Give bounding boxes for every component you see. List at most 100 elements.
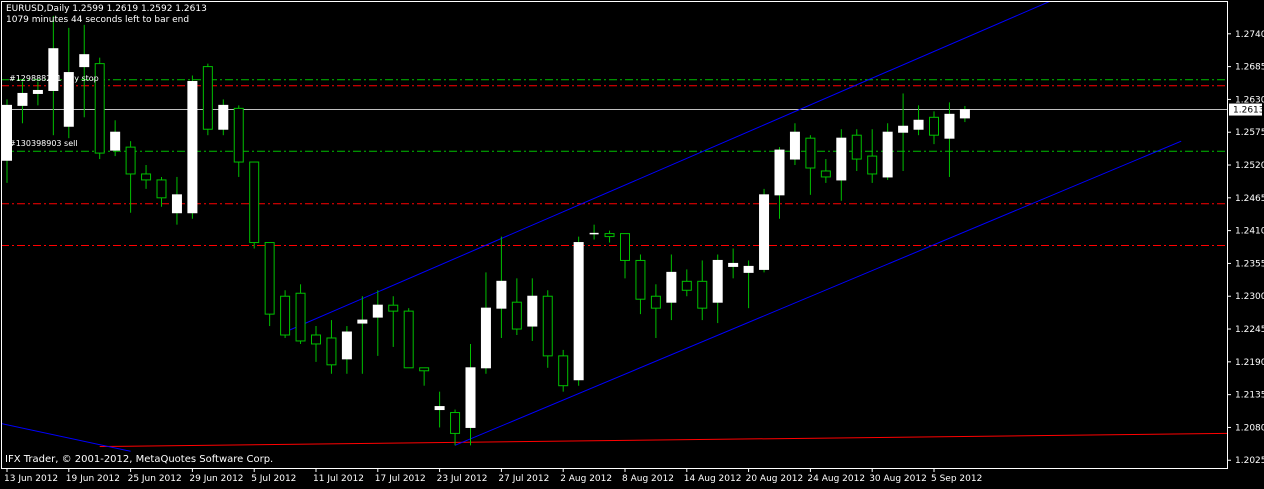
y-tick-label: 1.2740: [1235, 30, 1264, 40]
candle-bear: [403, 310, 414, 369]
y-tick-label: 1.2080: [1235, 423, 1264, 433]
candle-bull: [357, 319, 368, 324]
candle-bear: [249, 161, 260, 244]
bar-timer: 1079 minutes 44 seconds left to bar end: [6, 15, 190, 25]
x-tick-label: 5 Jul 2012: [251, 474, 296, 484]
candle-bull: [434, 406, 445, 411]
candle-bull: [32, 89, 43, 94]
candle-bear: [635, 259, 646, 300]
symbol-info: EURUSD,Daily 1.2599 1.2619 1.2592 1.2613: [6, 4, 207, 14]
x-tick-label: 27 Jul 2012: [498, 474, 549, 484]
y-tick-label: 1.2190: [1235, 358, 1264, 368]
x-tick-label: 5 Sep 2012: [931, 474, 982, 484]
candle-bull: [341, 331, 352, 360]
candle-bear: [295, 292, 306, 342]
candle-bear: [604, 233, 615, 238]
x-tick-label: 14 Aug 2012: [684, 474, 742, 484]
candle-bear: [141, 173, 152, 181]
x-tick-label: 23 Jul 2012: [437, 474, 488, 484]
candle-bear: [697, 280, 708, 309]
price-chart[interactable]: 1.27401.26851.26301.25751.25201.24651.24…: [0, 0, 1264, 485]
candle-bull: [527, 295, 538, 327]
x-tick-label: 19 Jun 2012: [66, 474, 120, 484]
candle-bull: [913, 119, 924, 130]
candle-bear: [511, 301, 522, 330]
y-tick-label: 1.2245: [1235, 325, 1264, 335]
copyright-text: IFX Trader, © 2001-2012, MetaQuotes Soft…: [5, 454, 274, 465]
x-tick-label: 29 Jun 2012: [189, 474, 243, 484]
candle-bear: [851, 134, 862, 160]
candle-bull: [110, 131, 121, 151]
y-tick-label: 1.2465: [1235, 194, 1264, 204]
candle-bear: [202, 66, 213, 130]
y-tick-label: 1.2135: [1235, 391, 1264, 401]
candle-bear: [125, 146, 136, 175]
candle-bull: [480, 307, 491, 369]
candle-bear: [311, 334, 321, 345]
candle-bear: [264, 242, 275, 315]
x-tick-label: 17 Jul 2012: [375, 474, 426, 484]
candle-bull: [17, 92, 28, 106]
order-label-buy-stop: #129888271 buy stop: [9, 73, 99, 83]
y-tick-label: 1.2355: [1235, 259, 1264, 269]
candle-bear: [419, 367, 430, 372]
chart-window[interactable]: 1.2740 1.2685 1.2630 1.2575 1.2520 1.2465 1.24…: [0, 0, 1264, 485]
candle-bull: [712, 259, 723, 303]
candle-bull: [759, 194, 770, 270]
channel-trend-line: [1, 422, 131, 452]
candle-bear: [820, 170, 831, 178]
x-tick-label: 2 Aug 2012: [560, 474, 612, 484]
y-tick-label: 1.2685: [1235, 63, 1264, 73]
candle-bear: [280, 295, 291, 336]
candle-bull: [898, 125, 909, 133]
candle-bull: [882, 131, 893, 178]
candle-bear: [156, 179, 167, 199]
candle-bear: [542, 295, 553, 357]
y-tick-label: 1.2025: [1235, 456, 1264, 466]
candle-bull: [79, 54, 90, 68]
moving-average-line: [99, 432, 1228, 448]
candle-bear: [326, 337, 337, 366]
candle-bull: [728, 262, 739, 267]
candle-bear: [558, 355, 569, 387]
order-label-sell: #130398903 sell: [9, 139, 78, 149]
candle-bull: [789, 131, 800, 160]
candle-bull: [372, 304, 383, 318]
candle-bull: [48, 48, 59, 91]
candle-bull: [666, 271, 677, 303]
candle-bear: [620, 233, 630, 261]
y-tick-label: 1.2520: [1235, 161, 1264, 171]
candle-bear: [233, 107, 244, 163]
candle-bear: [929, 116, 939, 136]
x-tick-label: 13 Jun 2012: [4, 474, 58, 484]
candle-bull: [171, 194, 182, 214]
candle-bull: [2, 104, 12, 161]
candle-bear: [388, 304, 399, 312]
candle-bull: [774, 149, 785, 196]
x-tick-label: 11 Jul 2012: [313, 474, 364, 484]
x-tick-label: 30 Aug 2012: [869, 474, 927, 484]
candle-bear: [681, 280, 692, 291]
candle-bull: [743, 265, 754, 273]
candle-bear: [805, 137, 816, 169]
candle-bull: [496, 280, 507, 309]
candle-bear: [650, 295, 661, 309]
x-tick-label: 20 Aug 2012: [746, 474, 804, 484]
y-tick-label: 1.2575: [1235, 128, 1264, 138]
x-tick-label: 25 Jun 2012: [128, 474, 182, 484]
candle-bear: [867, 155, 878, 175]
candle-bull: [944, 113, 955, 139]
candle-bull: [218, 104, 229, 130]
candle-bear: [450, 412, 461, 434]
candle-bull: [573, 242, 584, 381]
channel-trend-line: [454, 140, 1182, 446]
candle-bull: [187, 81, 198, 214]
y-tick-label: 1.2410: [1235, 227, 1264, 237]
y-tick-label: 1.2300: [1235, 292, 1264, 302]
x-tick-label: 8 Aug 2012: [622, 474, 674, 484]
candle-bull: [959, 109, 970, 119]
candle-bull: [465, 367, 476, 428]
x-tick-label: 24 Aug 2012: [807, 474, 865, 484]
current-price-label: 1.2613: [1233, 106, 1264, 116]
candle-bull: [836, 137, 847, 181]
